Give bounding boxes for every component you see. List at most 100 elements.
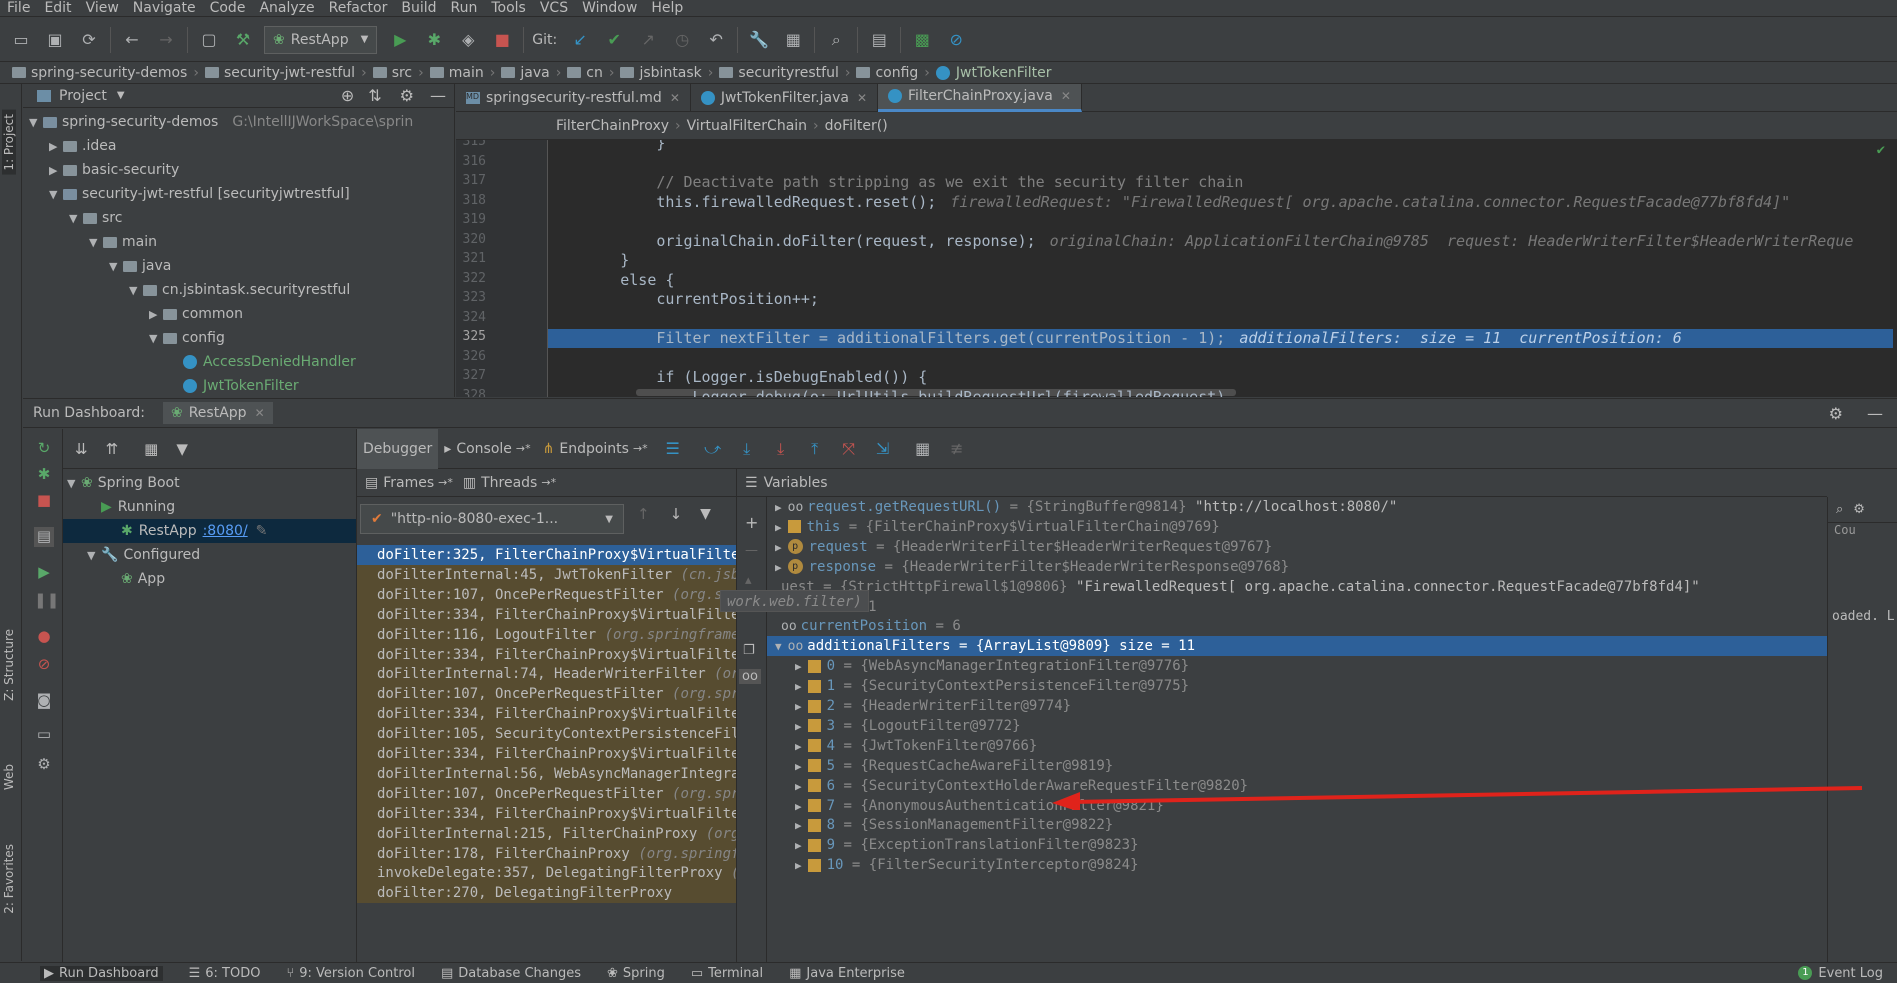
breadcrumb-item[interactable]: src <box>372 65 412 81</box>
restore-layout-icon[interactable]: ▭ <box>34 725 54 745</box>
view-breakpoints-icon[interactable]: ● <box>34 627 54 647</box>
gear-icon[interactable]: ⚙ <box>34 755 54 775</box>
stack-frame[interactable]: doFilter:334, FilterChainProxy$VirtualFi… <box>357 744 736 764</box>
stack-frame[interactable]: doFilter:107, OncePerRequestFilter (org.… <box>357 584 736 605</box>
project-tree-item[interactable]: ▶ common <box>23 302 454 326</box>
expand-closed-icon[interactable]: ▶ <box>49 164 63 177</box>
show-execution-point-icon[interactable]: ⤻ <box>700 436 726 462</box>
close-icon[interactable]: ✕ <box>1061 89 1071 103</box>
bottom-tab[interactable]: ❀ Spring <box>607 966 665 981</box>
mute-breakpoints-icon[interactable]: ⊘ <box>34 655 54 675</box>
force-step-into-icon[interactable]: ⤒ <box>802 436 828 462</box>
minimize-icon[interactable]: — <box>1867 404 1883 423</box>
project-tree-item[interactable]: ▼ java <box>23 254 454 278</box>
project-tree-item[interactable]: ▶ .idea <box>23 134 454 158</box>
disable-icon[interactable]: ⊘ <box>943 27 969 53</box>
stack-frame[interactable]: doFilter:270, DelegatingFilterProxy <box>357 883 736 904</box>
code-line[interactable]: if (Logger.isDebugEnabled()) { <box>548 368 1893 387</box>
code-line[interactable] <box>548 310 1893 329</box>
bottom-tab[interactable]: ▶ Run Dashboard <box>40 965 163 981</box>
menu-item-view[interactable]: View <box>79 0 126 17</box>
menu-item-help[interactable]: Help <box>644 0 690 17</box>
editor-tab[interactable]: MD springsecurity-restful.md ✕ <box>456 83 691 112</box>
code-line[interactable]: originalChain.doFilter(request, response… <box>548 232 1893 251</box>
tab-console[interactable]: ▸ Console →* <box>438 429 536 469</box>
search-icon[interactable]: ⌕ <box>823 27 849 53</box>
tool-tab-favorites[interactable]: 2: Favorites <box>2 844 16 914</box>
variable-row[interactable]: ▶ p response = {HeaderWriterFilter$HeaderW… <box>767 557 1827 577</box>
step-over-icon[interactable]: ⤓ <box>734 436 760 462</box>
run-to-cursor-icon[interactable]: ⇲ <box>870 436 896 462</box>
editor-gutter[interactable]: 315 316 317 318 319 320 321 322 323 324 325 326 327 3… <box>456 140 548 397</box>
expand-open-icon[interactable]: ▼ <box>89 236 103 249</box>
code-line[interactable]: Logger.debug(o: UrlUtils.buildRequestUrl… <box>548 388 1893 398</box>
thread-select[interactable]: ✔ "http-nio-8080-exec-1... ▼ <box>360 504 624 534</box>
menu-item-refactor[interactable]: Refactor <box>322 0 395 17</box>
breadcrumb-item[interactable]: spring-security-demos <box>12 65 187 81</box>
variable-row[interactable]: uest = {StrictHttpFirewall$1@9806} "Fire… <box>767 577 1827 597</box>
expand-open-icon[interactable]: ▼ <box>109 260 123 273</box>
expand-closed-icon[interactable]: ▶ <box>775 521 782 534</box>
stack-frame[interactable]: doFilter:334, FilterChainProxy$VirtualFi… <box>357 704 736 725</box>
close-icon[interactable]: ✕ <box>255 406 265 420</box>
search-icon[interactable]: ⌕ <box>1836 502 1843 517</box>
locate-icon[interactable]: ⊕ <box>341 86 354 105</box>
stop-icon[interactable]: ■ <box>489 27 515 53</box>
code-line[interactable]: currentPosition++; <box>548 290 1893 309</box>
breadcrumb-item[interactable]: main <box>429 65 484 81</box>
code-line[interactable] <box>548 212 1893 231</box>
breadcrumb-item[interactable]: java <box>501 65 550 81</box>
debug-icon[interactable]: ✱ <box>34 465 54 485</box>
bottom-tab[interactable]: ☰ 6: TODO <box>189 966 261 981</box>
git-revert-icon[interactable]: ↶ <box>703 27 729 53</box>
project-tree-item[interactable]: ▼ spring-security-demos G:\IntellIJWorkS… <box>23 110 454 134</box>
code-editor[interactable]: 315 316 317 318 319 320 321 322 323 324 325 326 327 3… <box>456 140 1897 397</box>
stack-frame[interactable]: doFilterInternal:74, HeaderWriterFilter … <box>357 664 736 685</box>
variable-row[interactable]: ▶ 10 = {FilterSecurityInterceptor@9824} <box>767 855 1827 875</box>
expand-open-icon[interactable]: ▼ <box>49 188 63 201</box>
service-port-link[interactable]: :8080/ <box>203 523 248 539</box>
variable-row[interactable]: ▶ this = {FilterChainProxy$VirtualFilterC… <box>767 517 1827 537</box>
monitor-icon[interactable]: ▩ <box>909 27 935 53</box>
step-into-icon[interactable]: ⤓ <box>768 436 794 462</box>
move-up-icon[interactable]: ▴ <box>745 573 752 588</box>
arrow-down-icon[interactable]: ↓ <box>670 505 683 523</box>
breadcrumb-item[interactable]: securityrestful <box>719 65 839 81</box>
tab-debugger[interactable]: Debugger <box>357 428 439 469</box>
tab-threads[interactable]: Threads <box>481 475 537 491</box>
project-tree-item[interactable]: ▼ security-jwt-restful [securityjwtrestf… <box>23 182 454 206</box>
stop-icon[interactable]: ■ <box>34 491 54 511</box>
copy-icon[interactable]: ❐ <box>743 643 755 658</box>
menu-item-analyze[interactable]: Analyze <box>252 0 321 17</box>
variable-row[interactable]: ▶ 9 = {ExceptionTranslationFilter@9823} <box>767 835 1827 855</box>
expand-all-icon[interactable]: ⇊ <box>75 440 88 458</box>
bottom-tab[interactable]: ⑂ 9: Version Control <box>286 966 415 981</box>
add-watch-icon[interactable]: + <box>745 513 758 532</box>
run-icon[interactable]: ▶ <box>387 27 413 53</box>
step-out-icon[interactable]: ⤧ <box>836 436 862 462</box>
expand-closed-icon[interactable]: ▶ <box>775 561 782 574</box>
variable-row[interactable]: ▶ 0 = {WebAsyncManagerIntegrationFilter@9… <box>767 656 1827 676</box>
expand-closed-icon[interactable]: ▶ <box>795 720 802 733</box>
expand-closed-icon[interactable]: ▶ <box>775 541 782 554</box>
expand-closed-icon[interactable]: ▶ <box>795 680 802 693</box>
variable-row[interactable]: ▶ 4 = {JwtTokenFilter@9766} <box>767 736 1827 756</box>
code-line[interactable] <box>548 349 1893 368</box>
arrow-up-icon[interactable]: ↑ <box>637 505 650 523</box>
stack-frame[interactable]: doFilterInternal:215, FilterChainProxy (… <box>357 823 736 844</box>
breadcrumb-item[interactable]: cn <box>567 65 603 81</box>
project-tree-item[interactable]: AccessDeniedHandler <box>23 350 454 374</box>
editor-crumb[interactable]: FilterChainProxy <box>556 118 669 134</box>
menu-item-navigate[interactable]: Navigate <box>126 0 203 17</box>
expand-open-icon[interactable]: ▼ <box>129 284 143 297</box>
stack-frame[interactable]: invokeDelegate:357, DelegatingFilterProx… <box>357 863 736 884</box>
git-update-icon[interactable]: ↙ <box>567 27 593 53</box>
sync-icon[interactable]: ⟳ <box>76 27 102 53</box>
git-commit-icon[interactable]: ✔ <box>601 27 627 53</box>
minimize-icon[interactable]: — <box>430 86 446 105</box>
chevron-down-icon[interactable]: ▼ <box>117 90 125 101</box>
breadcrumb-item[interactable]: config <box>856 65 918 81</box>
expand-closed-icon[interactable]: ▶ <box>795 839 802 852</box>
gear-icon[interactable]: ⚙ <box>1829 404 1843 423</box>
expand-closed-icon[interactable]: ▶ <box>795 859 802 872</box>
